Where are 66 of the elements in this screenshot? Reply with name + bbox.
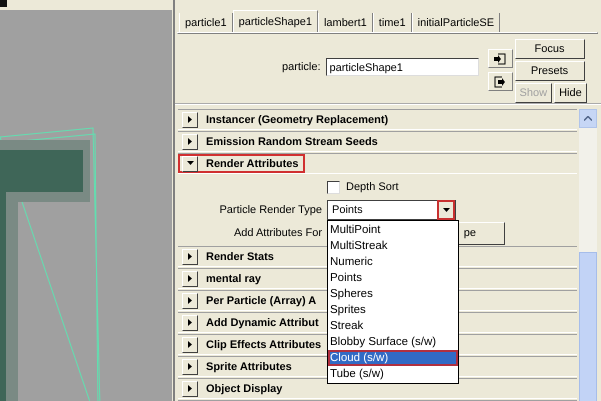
menu-item[interactable]: Tube (s/w) — [328, 366, 458, 382]
checkbox[interactable] — [327, 180, 340, 194]
arrow-into-box-icon — [493, 52, 508, 66]
focus-button[interactable]: Focus — [514, 39, 585, 59]
tab[interactable]: initialParticleSE — [412, 13, 500, 32]
arrow-out-of-box-icon — [493, 74, 508, 88]
menu-item[interactable]: Spheres — [328, 286, 458, 302]
menu-item[interactable]: MultiStreak — [328, 238, 458, 254]
caret-icon — [442, 208, 450, 212]
window-icon — [0, 0, 7, 7]
chevron-up-icon — [584, 116, 592, 121]
hide-button[interactable]: Hide — [554, 83, 587, 103]
node-name-field[interactable]: particleShape1 — [326, 58, 479, 76]
expand-button[interactable] — [182, 358, 198, 374]
expand-button[interactable] — [182, 248, 198, 264]
expand-button[interactable] — [182, 292, 198, 308]
expand-button[interactable] — [182, 156, 198, 172]
section-header[interactable]: Render Attributes — [178, 154, 304, 173]
menu-item[interactable]: Blobby Surface (s/w) — [328, 334, 458, 350]
section-header[interactable]: Instancer (Geometry Replacement) — [178, 110, 394, 129]
menu-item[interactable]: Streak — [328, 318, 458, 334]
section-header[interactable]: Render Stats — [178, 247, 280, 266]
section-header[interactable]: Emission Random Stream Seeds — [178, 132, 384, 151]
menu-item[interactable]: Sprites — [328, 302, 458, 318]
tab[interactable]: particleShape1 — [232, 10, 318, 32]
dropdown-arrow-button[interactable] — [437, 200, 455, 220]
menu-item[interactable]: Numeric — [328, 254, 458, 270]
tab[interactable]: lambert1 — [318, 13, 373, 32]
unload-icon-button[interactable] — [488, 72, 513, 91]
section-header[interactable]: mental ray — [178, 269, 268, 288]
section-header[interactable]: Per Particle (Array) A — [178, 291, 322, 310]
triangle-right-icon — [188, 297, 192, 304]
scroll-up-button[interactable] — [579, 109, 597, 128]
triangle-right-icon — [188, 385, 192, 392]
expand-button[interactable] — [182, 380, 198, 396]
expand-button[interactable] — [182, 112, 198, 128]
triangle-right-icon — [188, 116, 192, 123]
triangle-right-icon — [188, 341, 192, 348]
field-label: Add Attributes For — [232, 227, 323, 239]
section-header[interactable]: Add Dynamic Attribut — [178, 313, 325, 332]
section-header[interactable]: Object Display — [178, 379, 288, 398]
render-type-dropdown[interactable]: Points — [327, 200, 456, 220]
triangle-down-icon — [186, 161, 194, 166]
triangle-right-icon — [188, 253, 192, 260]
checkbox-label: Depth Sort — [346, 181, 399, 193]
load-icon-button[interactable] — [488, 49, 513, 68]
menu-item[interactable]: MultiPoint — [328, 222, 458, 238]
tab[interactable]: time1 — [372, 13, 412, 32]
expand-button[interactable] — [182, 336, 198, 352]
expand-button[interactable] — [182, 270, 198, 286]
menu-item[interactable]: Cloud (s/w) — [328, 350, 458, 366]
presets-button[interactable]: Presets — [514, 61, 585, 81]
field-label: Particle Render Type — [218, 204, 323, 216]
scroll-thumb[interactable] — [579, 252, 597, 401]
field-label: particle: — [282, 61, 321, 73]
section-header[interactable]: Clip Effects Attributes — [178, 335, 328, 354]
triangle-right-icon — [188, 138, 192, 145]
tab[interactable]: particle1 — [179, 13, 233, 32]
triangle-right-icon — [188, 319, 192, 326]
triangle-right-icon — [188, 275, 192, 282]
section-header[interactable]: Sprite Attributes — [178, 357, 298, 376]
expand-button[interactable] — [182, 314, 198, 330]
menu-item[interactable]: Points — [328, 270, 458, 286]
scrollbar[interactable] — [579, 109, 597, 401]
triangle-right-icon — [188, 363, 192, 370]
expand-button[interactable] — [182, 134, 198, 150]
